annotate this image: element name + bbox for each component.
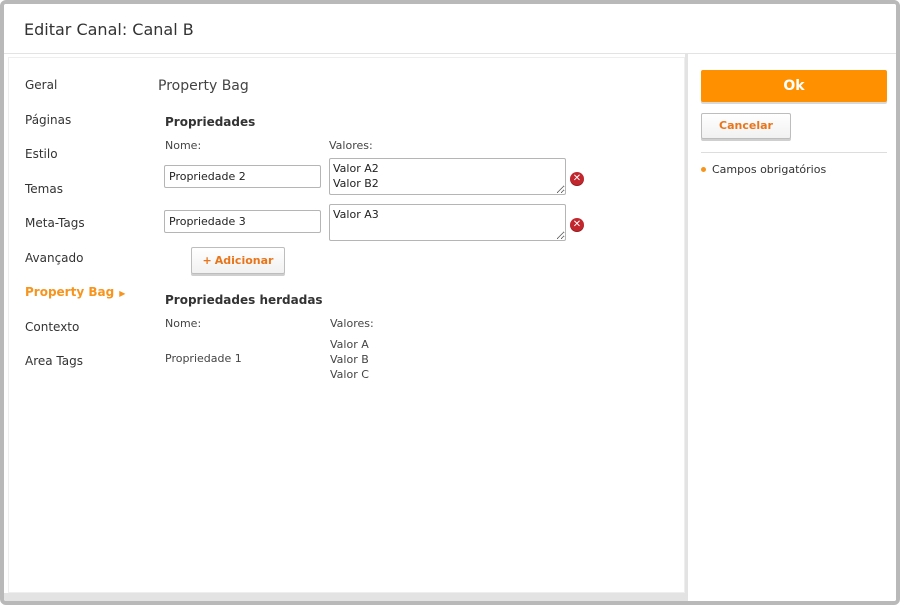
remove-icon[interactable]: ✕ xyxy=(570,218,584,232)
values-column-header: Valores: xyxy=(329,139,373,152)
sidebar-item-meta-tags[interactable]: Meta-Tags xyxy=(25,216,85,230)
sidebar-item-area-tags[interactable]: Area Tags xyxy=(25,354,83,368)
inherited-value: Valor B xyxy=(330,353,369,366)
sidebar-item-contexto[interactable]: Contexto xyxy=(25,320,79,334)
sidebar-item-paginas[interactable]: Páginas xyxy=(25,113,71,127)
actions-panel: Ok Cancelar Campos obrigatórios xyxy=(688,54,896,601)
inherited-values-header: Valores: xyxy=(330,317,374,330)
main-content: Geral Páginas Estilo Temas Meta-Tags Ava… xyxy=(8,57,685,593)
remove-icon[interactable]: ✕ xyxy=(570,172,584,186)
section-title: Property Bag xyxy=(158,78,249,94)
inherited-value: Valor C xyxy=(330,368,369,381)
sidebar-item-label: Property Bag xyxy=(25,285,115,299)
dialog-title: Editar Canal: Canal B xyxy=(24,20,194,39)
inherited-value: Valor A xyxy=(330,338,369,351)
property-values-textarea[interactable] xyxy=(329,158,566,195)
name-column-header: Nome: xyxy=(165,139,202,152)
inherited-property-values: Valor A Valor B Valor C xyxy=(330,337,369,382)
cancel-button[interactable]: Cancelar xyxy=(701,113,791,139)
sidebar-item-temas[interactable]: Temas xyxy=(25,182,63,196)
required-fields-note: Campos obrigatórios xyxy=(712,163,827,176)
property-name-input[interactable] xyxy=(164,210,321,233)
arrow-right-icon: ▶ xyxy=(119,289,126,298)
required-bullet-icon xyxy=(701,167,706,172)
dialog-window: Editar Canal: Canal B Geral Páginas Esti… xyxy=(0,0,900,605)
sidebar-item-geral[interactable]: Geral xyxy=(25,78,57,92)
sidebar-item-avancado[interactable]: Avançado xyxy=(25,251,83,265)
panel-divider xyxy=(701,152,887,153)
inherited-property-name: Propriedade 1 xyxy=(165,352,242,365)
inherited-name-header: Nome: xyxy=(165,317,202,330)
content-bottom-border xyxy=(4,593,685,601)
sidebar-item-estilo[interactable]: Estilo xyxy=(25,147,58,161)
add-property-button[interactable]: + Adicionar xyxy=(191,247,285,274)
ok-button[interactable]: Ok xyxy=(701,70,887,102)
dialog-header: Editar Canal: Canal B xyxy=(4,4,896,54)
plus-icon: + xyxy=(202,254,212,267)
sidebar-item-property-bag[interactable]: Property Bag ▶ xyxy=(25,285,125,299)
property-values-textarea[interactable] xyxy=(329,204,566,241)
inherited-heading: Propriedades herdadas xyxy=(165,293,323,307)
property-name-input[interactable] xyxy=(164,165,321,188)
properties-heading: Propriedades xyxy=(165,115,256,129)
add-button-label: Adicionar xyxy=(214,254,274,267)
